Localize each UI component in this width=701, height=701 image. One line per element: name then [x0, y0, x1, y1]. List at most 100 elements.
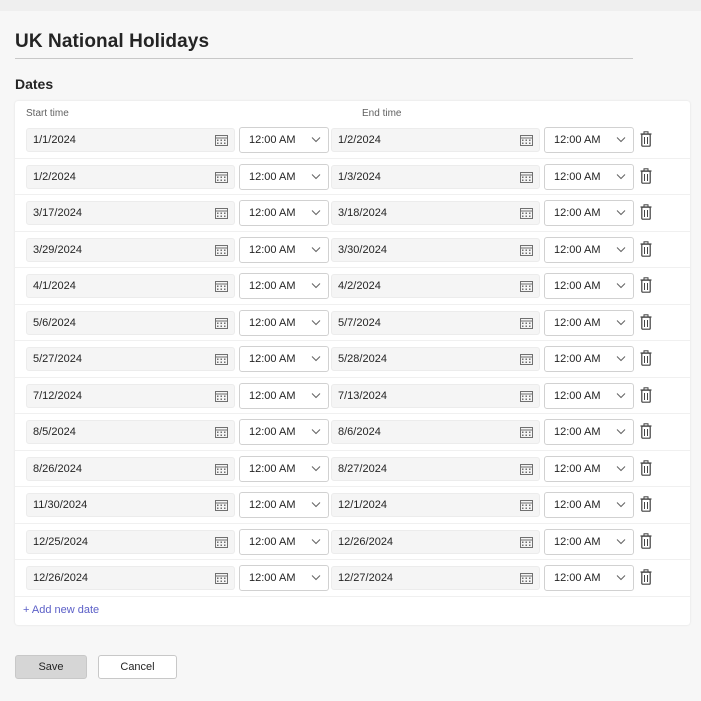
- end-date-input[interactable]: 12/1/2024: [331, 493, 540, 517]
- calendar-icon[interactable]: [215, 171, 228, 183]
- end-time-select[interactable]: 12:00 AM: [544, 163, 634, 190]
- start-date-input[interactable]: 4/1/2024: [26, 274, 235, 298]
- end-time-value: 12:00 AM: [554, 353, 601, 365]
- start-date-input[interactable]: 3/17/2024: [26, 201, 235, 225]
- start-date-input[interactable]: 1/2/2024: [26, 164, 235, 189]
- calendar-icon[interactable]: [215, 134, 228, 146]
- start-date-input[interactable]: 5/27/2024: [26, 347, 235, 371]
- start-date-input[interactable]: 8/5/2024: [26, 420, 235, 444]
- start-time-select[interactable]: 12:00 AM: [239, 346, 329, 372]
- end-date-input[interactable]: 5/7/2024: [331, 310, 540, 335]
- calendar-icon[interactable]: [520, 353, 533, 365]
- trash-icon[interactable]: [640, 569, 652, 585]
- start-time-select[interactable]: 12:00 AM: [239, 565, 329, 591]
- trash-icon[interactable]: [640, 423, 652, 439]
- add-new-date-link[interactable]: + Add new date: [23, 604, 99, 616]
- calendar-icon[interactable]: [215, 426, 228, 438]
- calendar-icon[interactable]: [520, 244, 533, 256]
- calendar-icon[interactable]: [520, 499, 533, 511]
- start-time-select[interactable]: 12:00 AM: [239, 382, 329, 409]
- end-date-input[interactable]: 8/27/2024: [331, 456, 540, 481]
- end-time-value: 12:00 AM: [554, 535, 601, 548]
- calendar-icon[interactable]: [520, 463, 533, 475]
- end-time-select[interactable]: 12:00 AM: [544, 528, 634, 555]
- end-date-input[interactable]: 5/28/2024: [331, 347, 540, 371]
- start-date-input[interactable]: 12/26/2024: [26, 566, 235, 590]
- start-time-select[interactable]: 12:00 AM: [239, 200, 329, 226]
- end-date-input[interactable]: 4/2/2024: [331, 274, 540, 298]
- chevron-down-icon: [311, 356, 321, 362]
- end-time-select[interactable]: 12:00 AM: [544, 273, 634, 299]
- end-time-select[interactable]: 12:00 AM: [544, 200, 634, 226]
- start-time-select[interactable]: 12:00 AM: [239, 127, 329, 153]
- end-time-select[interactable]: 12:00 AM: [544, 127, 634, 153]
- end-time-select[interactable]: 12:00 AM: [544, 346, 634, 372]
- start-time-value: 12:00 AM: [249, 389, 296, 402]
- calendar-icon[interactable]: [215, 244, 228, 256]
- start-date-input[interactable]: 11/30/2024: [26, 493, 235, 517]
- trash-icon[interactable]: [640, 350, 652, 366]
- start-date-value: 5/27/2024: [33, 353, 82, 365]
- calendar-icon[interactable]: [520, 171, 533, 183]
- start-time-select[interactable]: 12:00 AM: [239, 309, 329, 336]
- end-time-select[interactable]: 12:00 AM: [544, 309, 634, 336]
- end-time-select[interactable]: 12:00 AM: [544, 492, 634, 518]
- trash-icon[interactable]: [640, 459, 652, 476]
- save-button[interactable]: Save: [15, 655, 87, 679]
- start-date-input[interactable]: 8/26/2024: [26, 456, 235, 481]
- end-date-input[interactable]: 12/26/2024: [331, 529, 540, 554]
- calendar-icon[interactable]: [520, 572, 533, 584]
- calendar-icon[interactable]: [215, 390, 228, 402]
- end-date-input[interactable]: 7/13/2024: [331, 383, 540, 408]
- calendar-icon[interactable]: [520, 134, 533, 146]
- trash-icon[interactable]: [640, 204, 652, 220]
- calendar-icon[interactable]: [520, 317, 533, 329]
- end-time-select[interactable]: 12:00 AM: [544, 455, 634, 482]
- calendar-icon[interactable]: [520, 426, 533, 438]
- trash-icon[interactable]: [640, 167, 652, 184]
- calendar-icon[interactable]: [215, 463, 228, 475]
- start-time-select[interactable]: 12:00 AM: [239, 419, 329, 445]
- trash-icon[interactable]: [640, 532, 652, 549]
- end-date-input[interactable]: 3/18/2024: [331, 201, 540, 225]
- start-date-input[interactable]: 3/29/2024: [26, 237, 235, 262]
- end-time-select[interactable]: 12:00 AM: [544, 565, 634, 591]
- end-date-input[interactable]: 1/2/2024: [331, 128, 540, 152]
- calendar-icon[interactable]: [215, 207, 228, 219]
- trash-icon[interactable]: [640, 496, 652, 512]
- calendar-icon[interactable]: [215, 280, 228, 292]
- calendar-icon[interactable]: [215, 572, 228, 584]
- end-time-select[interactable]: 12:00 AM: [544, 382, 634, 409]
- trash-icon[interactable]: [640, 131, 652, 147]
- start-date-input[interactable]: 7/12/2024: [26, 383, 235, 408]
- calendar-icon[interactable]: [520, 536, 533, 548]
- start-date-input[interactable]: 1/1/2024: [26, 128, 235, 152]
- start-time-select[interactable]: 12:00 AM: [239, 455, 329, 482]
- calendar-icon[interactable]: [215, 536, 228, 548]
- trash-icon[interactable]: [640, 313, 652, 330]
- start-time-select[interactable]: 12:00 AM: [239, 528, 329, 555]
- calendar-icon[interactable]: [215, 499, 228, 511]
- start-date-input[interactable]: 12/25/2024: [26, 529, 235, 554]
- end-time-select[interactable]: 12:00 AM: [544, 236, 634, 263]
- start-date-input[interactable]: 5/6/2024: [26, 310, 235, 335]
- calendar-icon[interactable]: [215, 317, 228, 329]
- trash-icon[interactable]: [640, 240, 652, 257]
- end-date-input[interactable]: 1/3/2024: [331, 164, 540, 189]
- start-time-select[interactable]: 12:00 AM: [239, 273, 329, 299]
- end-time-select[interactable]: 12:00 AM: [544, 419, 634, 445]
- cancel-button[interactable]: Cancel: [98, 655, 177, 679]
- trash-icon[interactable]: [640, 386, 652, 403]
- trash-icon[interactable]: [640, 277, 652, 293]
- calendar-icon[interactable]: [520, 280, 533, 292]
- start-time-select[interactable]: 12:00 AM: [239, 492, 329, 518]
- chevron-down-icon: [616, 538, 626, 544]
- end-date-input[interactable]: 3/30/2024: [331, 237, 540, 262]
- calendar-icon[interactable]: [520, 390, 533, 402]
- start-time-select[interactable]: 12:00 AM: [239, 163, 329, 190]
- calendar-icon[interactable]: [520, 207, 533, 219]
- end-date-input[interactable]: 12/27/2024: [331, 566, 540, 590]
- start-time-select[interactable]: 12:00 AM: [239, 236, 329, 263]
- calendar-icon[interactable]: [215, 353, 228, 365]
- end-date-input[interactable]: 8/6/2024: [331, 420, 540, 444]
